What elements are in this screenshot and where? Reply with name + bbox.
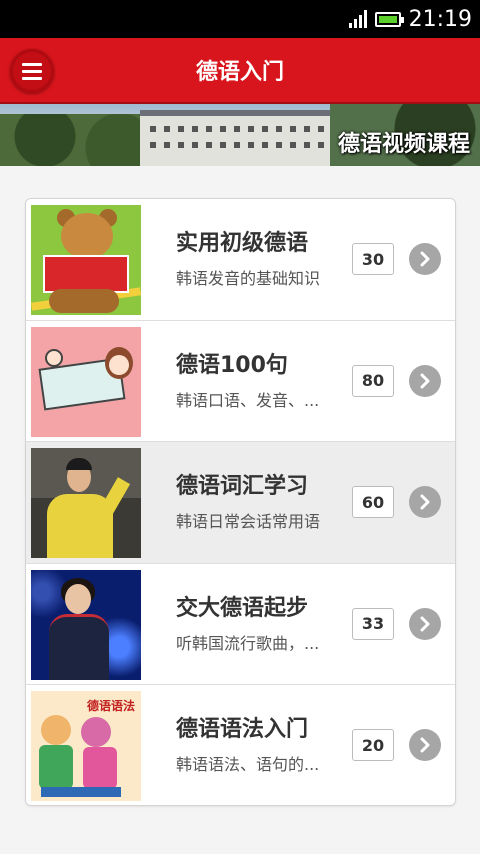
lesson-count-badge: 33: [352, 607, 394, 640]
course-description: 韩语语法、语句的...: [176, 755, 320, 775]
course-thumbnail: [31, 448, 141, 559]
signal-bars-icon: [348, 10, 367, 28]
status-time: 21:19: [408, 6, 472, 32]
course-thumbnail: [31, 569, 141, 680]
lesson-count-badge: 60: [352, 486, 394, 519]
battery-icon: [374, 11, 404, 27]
banner[interactable]: 德语视频课程: [0, 104, 480, 166]
banner-castle-windows: [150, 126, 330, 132]
banner-caption: 德语视频课程: [337, 132, 470, 157]
course-item[interactable]: 德语语法 德语语法入门 韩语语法、语句的... 20: [26, 685, 455, 805]
hamburger-menu-icon-line: [22, 76, 42, 80]
course-title: 实用初级德语: [176, 231, 309, 256]
course-title: 交大德语起步: [176, 595, 309, 621]
chevron-right-icon[interactable]: [409, 364, 441, 397]
chevron-right-icon[interactable]: [409, 486, 441, 519]
course-description: 韩语日常会话常用语: [176, 512, 321, 532]
course-thumbnail: [31, 205, 141, 315]
hamburger-menu-icon-line: [22, 69, 42, 73]
banner-castle-windows: [150, 142, 330, 148]
thumbnail-label: 德语语法: [86, 699, 135, 714]
course-item[interactable]: 实用初级德语 韩语发音的基础知识 30: [26, 199, 455, 321]
course-description: 听韩国流行歌曲，...: [176, 633, 320, 653]
banner-castle: [140, 110, 340, 166]
banner-trees-left: [0, 114, 150, 166]
course-title: 德语语法入门: [176, 717, 309, 743]
hamburger-menu-icon: [22, 62, 42, 66]
status-bar: 21:19: [0, 0, 480, 38]
page-title: 德语入门: [195, 60, 284, 85]
course-list: 实用初级德语 韩语发音的基础知识 30 德语100句 韩语口语、发音、... 8…: [25, 198, 456, 806]
course-thumbnail: 德语语法: [31, 691, 141, 802]
menu-button[interactable]: [10, 49, 54, 93]
lesson-count-badge: 80: [352, 364, 394, 397]
course-item[interactable]: 德语100句 韩语口语、发音、... 80: [26, 320, 455, 443]
lesson-count-badge: 30: [352, 243, 394, 275]
course-description: 韩语发音的基础知识: [176, 269, 321, 288]
course-item[interactable]: 德语词汇学习 韩语日常会话常用语 60: [26, 442, 455, 564]
course-description: 韩语口语、发音、...: [176, 390, 320, 410]
lesson-count-badge: 20: [352, 729, 394, 762]
app-bar: 德语入门: [0, 38, 480, 104]
course-title: 德语词汇学习: [176, 474, 309, 500]
course-item[interactable]: 交大德语起步 听韩国流行歌曲，... 33: [26, 563, 455, 686]
chevron-right-icon[interactable]: [409, 729, 441, 762]
course-thumbnail: [31, 326, 141, 437]
course-title: 德语100句: [176, 352, 288, 378]
chevron-right-icon[interactable]: [409, 607, 441, 640]
chevron-right-icon[interactable]: [409, 243, 441, 275]
